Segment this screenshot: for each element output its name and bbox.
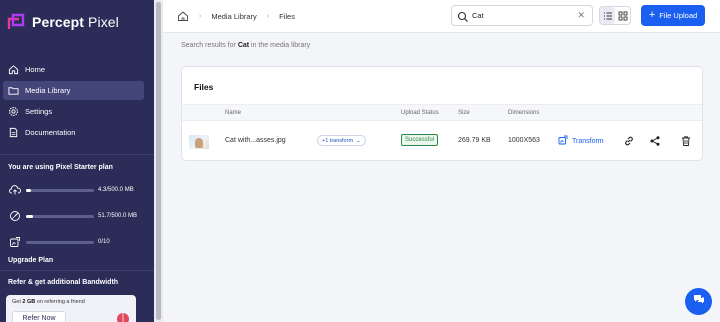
- sidebar-item-media-library[interactable]: Media Library: [3, 81, 144, 100]
- search-input[interactable]: [472, 11, 572, 20]
- brand-logo[interactable]: Percept Pixel: [6, 12, 119, 32]
- plan-usage-panel: You are using Pixel Starter plan 4.3/500…: [8, 164, 148, 264]
- refer-text: Get 2 GB on referring a friend: [12, 299, 85, 305]
- transform-usage-text: 0/10: [98, 238, 110, 245]
- usage-storage: 4.3/500.0 MB: [8, 179, 148, 201]
- grid-view-icon[interactable]: [615, 7, 630, 24]
- chevron-down-icon: ⌄: [356, 137, 361, 144]
- search-results-info: Search results for Cat in the media libr…: [181, 42, 311, 49]
- column-header-size: Size: [458, 110, 470, 116]
- breadcrumb-files: Files: [279, 11, 295, 21]
- chat-support-button[interactable]: [685, 288, 712, 315]
- transform-icon: [8, 235, 22, 249]
- top-bar: › Media Library › Files ✕ + File Upload: [163, 0, 720, 33]
- sidebar-item-label: Media Library: [25, 86, 71, 95]
- files-table-header: Name Upload Status Size Dimensions: [182, 104, 702, 121]
- breadcrumb: › Media Library › Files: [177, 10, 295, 22]
- sidebar-item-label: Documentation: [25, 128, 76, 137]
- status-badge: Successful: [401, 134, 439, 146]
- home-icon: [8, 64, 19, 75]
- plan-title: You are using Pixel Starter plan: [8, 164, 113, 171]
- plus-icon: +: [648, 9, 656, 21]
- bandwidth-icon: [8, 209, 22, 223]
- sidebar-nav: Home Media Library Settings Documentatio…: [0, 60, 154, 144]
- file-dimensions: 1000X563: [508, 137, 540, 144]
- refer-title: Refer & get additional Bandwidth: [8, 279, 119, 286]
- percept-pixel-logo-icon: [6, 12, 26, 32]
- search-icon: [457, 10, 469, 22]
- sidebar-item-label: Settings: [25, 107, 53, 116]
- column-header-dimensions: Dimensions: [508, 110, 540, 116]
- bandwidth-usage-text: 51.7/500.0 MB: [98, 212, 138, 219]
- transform-button[interactable]: Transform: [558, 135, 604, 147]
- sidebar-item-settings[interactable]: Settings: [3, 102, 144, 121]
- cat-image-preview: [195, 138, 203, 148]
- upload-cloud-icon: [8, 183, 22, 197]
- chevron-right-icon: ›: [266, 12, 270, 20]
- file-upload-label: File Upload: [659, 11, 698, 20]
- refer-card: Get 2 GB on referring a friend Refer Now: [6, 295, 136, 322]
- file-size: 269.79 KB: [458, 137, 491, 144]
- transform-count-dropdown[interactable]: +1 transform ⌄: [317, 135, 366, 146]
- chevron-right-icon: ›: [199, 12, 202, 20]
- brand-name: Percept Pixel: [32, 14, 119, 30]
- folder-icon: [8, 85, 19, 96]
- files-card: Files Name Upload Status Size Dimensions…: [181, 66, 703, 161]
- list-view-icon[interactable]: [600, 7, 615, 24]
- transform-count-label: +1 transform: [322, 137, 354, 144]
- gear-icon: [8, 106, 19, 117]
- sidebar-scrollbar-thumb[interactable]: [156, 2, 161, 320]
- clear-search-icon[interactable]: ✕: [577, 10, 585, 21]
- usage-transforms: 0/10: [8, 231, 148, 253]
- delete-icon[interactable]: [680, 135, 692, 147]
- gift-illustration-icon: [114, 309, 132, 322]
- column-header-upload-status: Upload Status: [401, 110, 439, 116]
- share-icon[interactable]: [649, 135, 661, 147]
- bandwidth-progress-fill: [26, 214, 33, 218]
- file-name[interactable]: Cat with...asses.jpg: [225, 137, 286, 144]
- breadcrumb-media-library[interactable]: Media Library: [211, 12, 256, 21]
- copy-link-icon[interactable]: [623, 135, 635, 147]
- breadcrumb-home-icon[interactable]: [177, 10, 189, 22]
- file-upload-button[interactable]: + File Upload: [641, 5, 705, 26]
- document-icon: [8, 127, 19, 138]
- bandwidth-progress-bar: [26, 214, 94, 218]
- storage-progress-bar: [26, 188, 94, 192]
- search-box: ✕: [451, 5, 593, 26]
- sidebar-item-label: Home: [25, 65, 46, 74]
- app-root: Percept Pixel Home Media Library Setting…: [0, 0, 720, 322]
- transform-image-icon: [558, 135, 568, 147]
- storage-progress-fill: [26, 188, 32, 192]
- upgrade-plan-link[interactable]: Upgrade Plan: [8, 257, 148, 264]
- view-toggle: [599, 6, 631, 25]
- sidebar-item-documentation[interactable]: Documentation: [3, 123, 144, 142]
- file-thumbnail[interactable]: [189, 135, 209, 149]
- sidebar-divider: [0, 154, 154, 155]
- chat-icon: [692, 292, 706, 311]
- sidebar: Percept Pixel Home Media Library Setting…: [0, 0, 154, 322]
- storage-usage-text: 4.3/500.0 MB: [98, 186, 134, 193]
- sidebar-divider: [0, 270, 154, 271]
- sidebar-item-home[interactable]: Home: [3, 60, 144, 79]
- files-title: Files: [194, 82, 214, 92]
- usage-bandwidth: 51.7/500.0 MB: [8, 205, 148, 227]
- transform-progress-bar: [26, 240, 94, 244]
- table-row[interactable]: Cat with...asses.jpg +1 transform ⌄ Succ…: [182, 124, 702, 160]
- refer-now-button[interactable]: Refer Now: [12, 311, 66, 322]
- column-header-name: Name: [225, 110, 242, 116]
- transform-label: Transform: [572, 137, 604, 145]
